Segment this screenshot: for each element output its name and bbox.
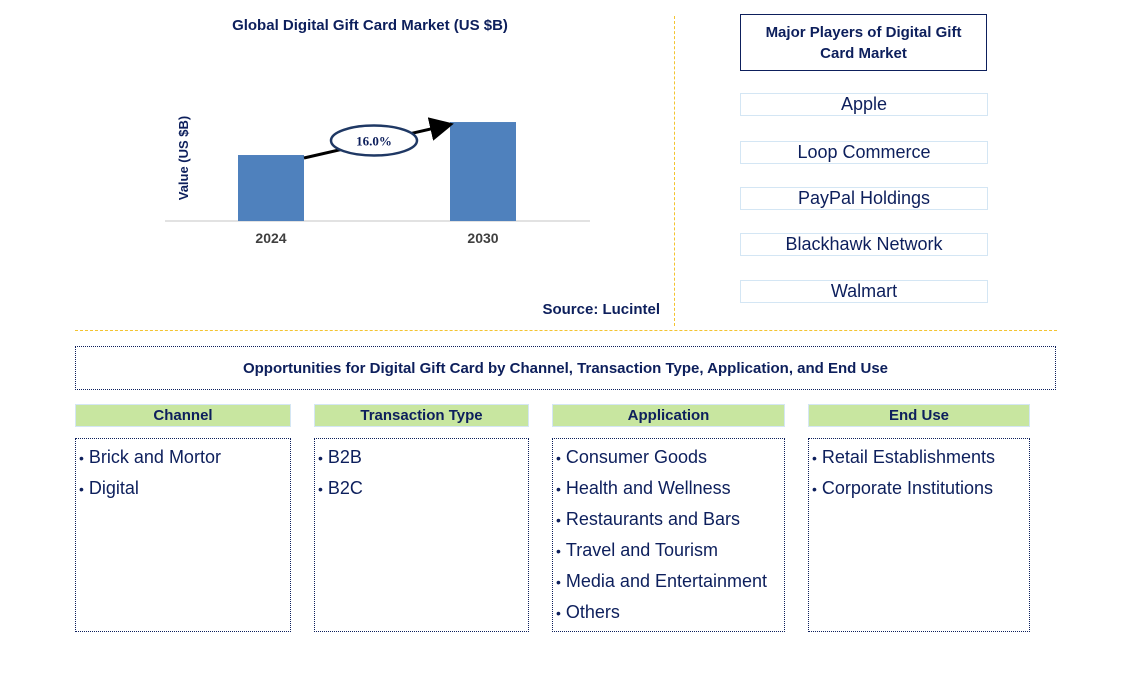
list-item-label: Consumer Goods <box>565 447 707 467</box>
list-item: • Consumer Goods <box>556 442 784 473</box>
list-item-label: Travel and Tourism <box>565 540 718 560</box>
list-item-label: Health and Wellness <box>565 478 731 498</box>
bullet-icon: • <box>318 450 323 466</box>
category-list-channel: • Brick and Mortor • Digital <box>75 438 291 632</box>
list-item: • B2B <box>318 442 528 473</box>
list-item: • Retail Establishments <box>812 442 1029 473</box>
category-heading-application: Application <box>552 404 785 427</box>
list-item-label: Others <box>565 602 620 622</box>
bullet-icon: • <box>812 450 817 466</box>
category-heading-transaction-type: Transaction Type <box>314 404 529 427</box>
list-item-label: Digital <box>88 478 139 498</box>
bar-chart: Value (US $B) 2024 2030 16.0% <box>165 116 590 246</box>
list-item-label: Media and Entertainment <box>565 571 768 591</box>
bullet-icon: • <box>556 543 561 559</box>
source-label: Source: Lucintel <box>542 301 660 318</box>
player-item: PayPal Holdings <box>740 187 988 210</box>
category-heading-channel: Channel <box>75 404 291 427</box>
list-item: • Media and Entertainment <box>556 566 784 597</box>
list-item: • Health and Wellness <box>556 473 784 504</box>
bar-2024 <box>238 155 304 221</box>
bullet-icon: • <box>556 512 561 528</box>
list-item-label: Retail Establishments <box>821 447 995 467</box>
list-item: • Restaurants and Bars <box>556 504 784 535</box>
bullet-icon: • <box>79 481 84 497</box>
list-item-label: Restaurants and Bars <box>565 509 740 529</box>
vertical-divider <box>674 16 675 326</box>
x-tick-label: 2030 <box>467 230 498 246</box>
players-title: Major Players of Digital Gift Card Marke… <box>740 14 987 71</box>
list-item: • Digital <box>79 473 290 504</box>
list-item: • Corporate Institutions <box>812 473 1029 504</box>
category-list-application: • Consumer Goods • Health and Wellness • Rest… <box>552 438 785 632</box>
bullet-icon: • <box>556 481 561 497</box>
horizontal-divider <box>75 330 1057 331</box>
chart-title: Global Digital Gift Card Market (US $B) <box>232 17 508 34</box>
bullet-icon: • <box>812 481 817 497</box>
player-item: Blackhawk Network <box>740 233 988 256</box>
list-item-label: Brick and Mortor <box>88 447 221 467</box>
list-item: • Brick and Mortor <box>79 442 290 473</box>
bar-2030 <box>450 122 516 221</box>
player-item: Apple <box>740 93 988 116</box>
bullet-icon: • <box>556 605 561 621</box>
bullet-icon: • <box>318 481 323 497</box>
cagr-label: 16.0% <box>356 134 392 149</box>
bullet-icon: • <box>556 450 561 466</box>
opportunities-title: Opportunities for Digital Gift Card by C… <box>75 346 1056 390</box>
y-axis-label: Value (US $B) <box>176 116 191 201</box>
bullet-icon: • <box>556 574 561 590</box>
list-item-label: Corporate Institutions <box>821 478 993 498</box>
player-item: Loop Commerce <box>740 141 988 164</box>
list-item: • B2C <box>318 473 528 504</box>
category-heading-end-use: End Use <box>808 404 1030 427</box>
x-tick-label: 2024 <box>255 230 286 246</box>
list-item-label: B2B <box>327 447 362 467</box>
list-item-label: B2C <box>327 478 363 498</box>
bullet-icon: • <box>79 450 84 466</box>
list-item: • Travel and Tourism <box>556 535 784 566</box>
category-list-transaction-type: • B2B • B2C <box>314 438 529 632</box>
list-item: • Others <box>556 597 784 628</box>
category-list-end-use: • Retail Establishments • Corporate Institu… <box>808 438 1030 632</box>
player-item: Walmart <box>740 280 988 303</box>
